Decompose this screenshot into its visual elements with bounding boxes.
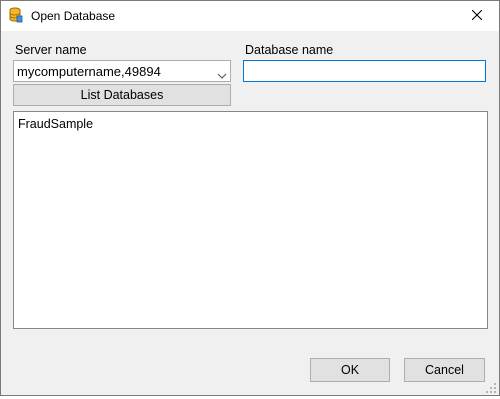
cancel-button[interactable]: Cancel [404,358,485,382]
open-database-dialog: Open Database Server name Database name … [0,0,500,396]
server-name-combobox[interactable]: mycomputername,49894 [13,60,231,82]
server-name-label: Server name [15,43,87,57]
ok-button[interactable]: OK [310,358,390,382]
resize-grip-icon[interactable] [485,381,497,393]
database-name-label: Database name [245,43,334,57]
chevron-down-icon[interactable] [217,67,227,79]
server-name-value: mycomputername,49894 [17,64,161,79]
database-name-input[interactable] [243,60,486,82]
title-bar[interactable]: Open Database [1,1,499,31]
window-title: Open Database [31,9,116,23]
close-icon [471,7,483,25]
list-item[interactable]: FraudSample [18,117,93,131]
database-icon [9,7,23,23]
close-button[interactable] [455,1,499,31]
database-listbox[interactable]: FraudSample [13,111,488,329]
list-databases-button[interactable]: List Databases [13,84,231,106]
